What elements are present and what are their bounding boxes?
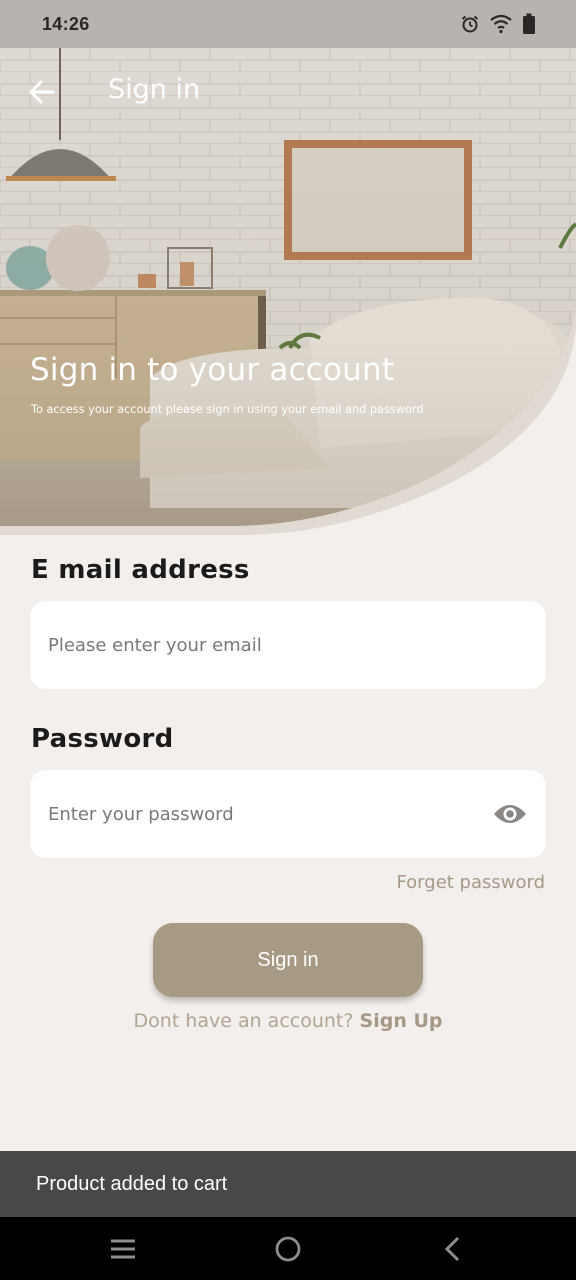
toggle-password-visibility-button[interactable] [492,796,528,832]
status-time: 14:26 [42,13,90,34]
home-button[interactable] [256,1217,320,1280]
forget-password-link[interactable]: Forget password [396,872,545,893]
signup-row: Dont have an account? Sign Up [0,1010,576,1032]
sign-up-link[interactable]: Sign Up [360,1010,443,1032]
signup-prompt: Dont have an account? [133,1010,354,1032]
page-title: Sign in [108,74,201,105]
password-label: Password [31,724,174,754]
password-field-container [30,770,546,858]
snackbar-message: Product added to cart [36,1172,228,1195]
alarm-icon [460,14,480,34]
status-bar: 14:26 [0,0,576,48]
email-field-container [30,601,546,689]
system-nav-bar [0,1217,576,1280]
wifi-icon [490,14,512,34]
email-field[interactable] [48,601,528,689]
back-button[interactable] [26,76,58,108]
arrow-left-icon [29,80,55,104]
hero-banner: Sign in Sign in to your account To acces… [0,48,576,535]
hero-subtitle: To access your account please sign in us… [31,403,424,416]
battery-icon [522,13,536,35]
menu-icon [111,1239,135,1258]
password-field[interactable] [48,770,528,858]
recent-apps-button[interactable] [91,1217,155,1280]
home-icon [275,1236,301,1261]
nav-back-button[interactable] [421,1217,485,1280]
sign-in-button[interactable]: Sign in [153,923,423,997]
hero-heading: Sign in to your account [30,352,395,388]
eye-icon [494,805,526,823]
status-icons [460,13,536,35]
email-label: E mail address [31,555,250,585]
back-icon [444,1236,460,1261]
snackbar: Product added to cart [0,1151,576,1217]
hero-curve [0,308,576,535]
